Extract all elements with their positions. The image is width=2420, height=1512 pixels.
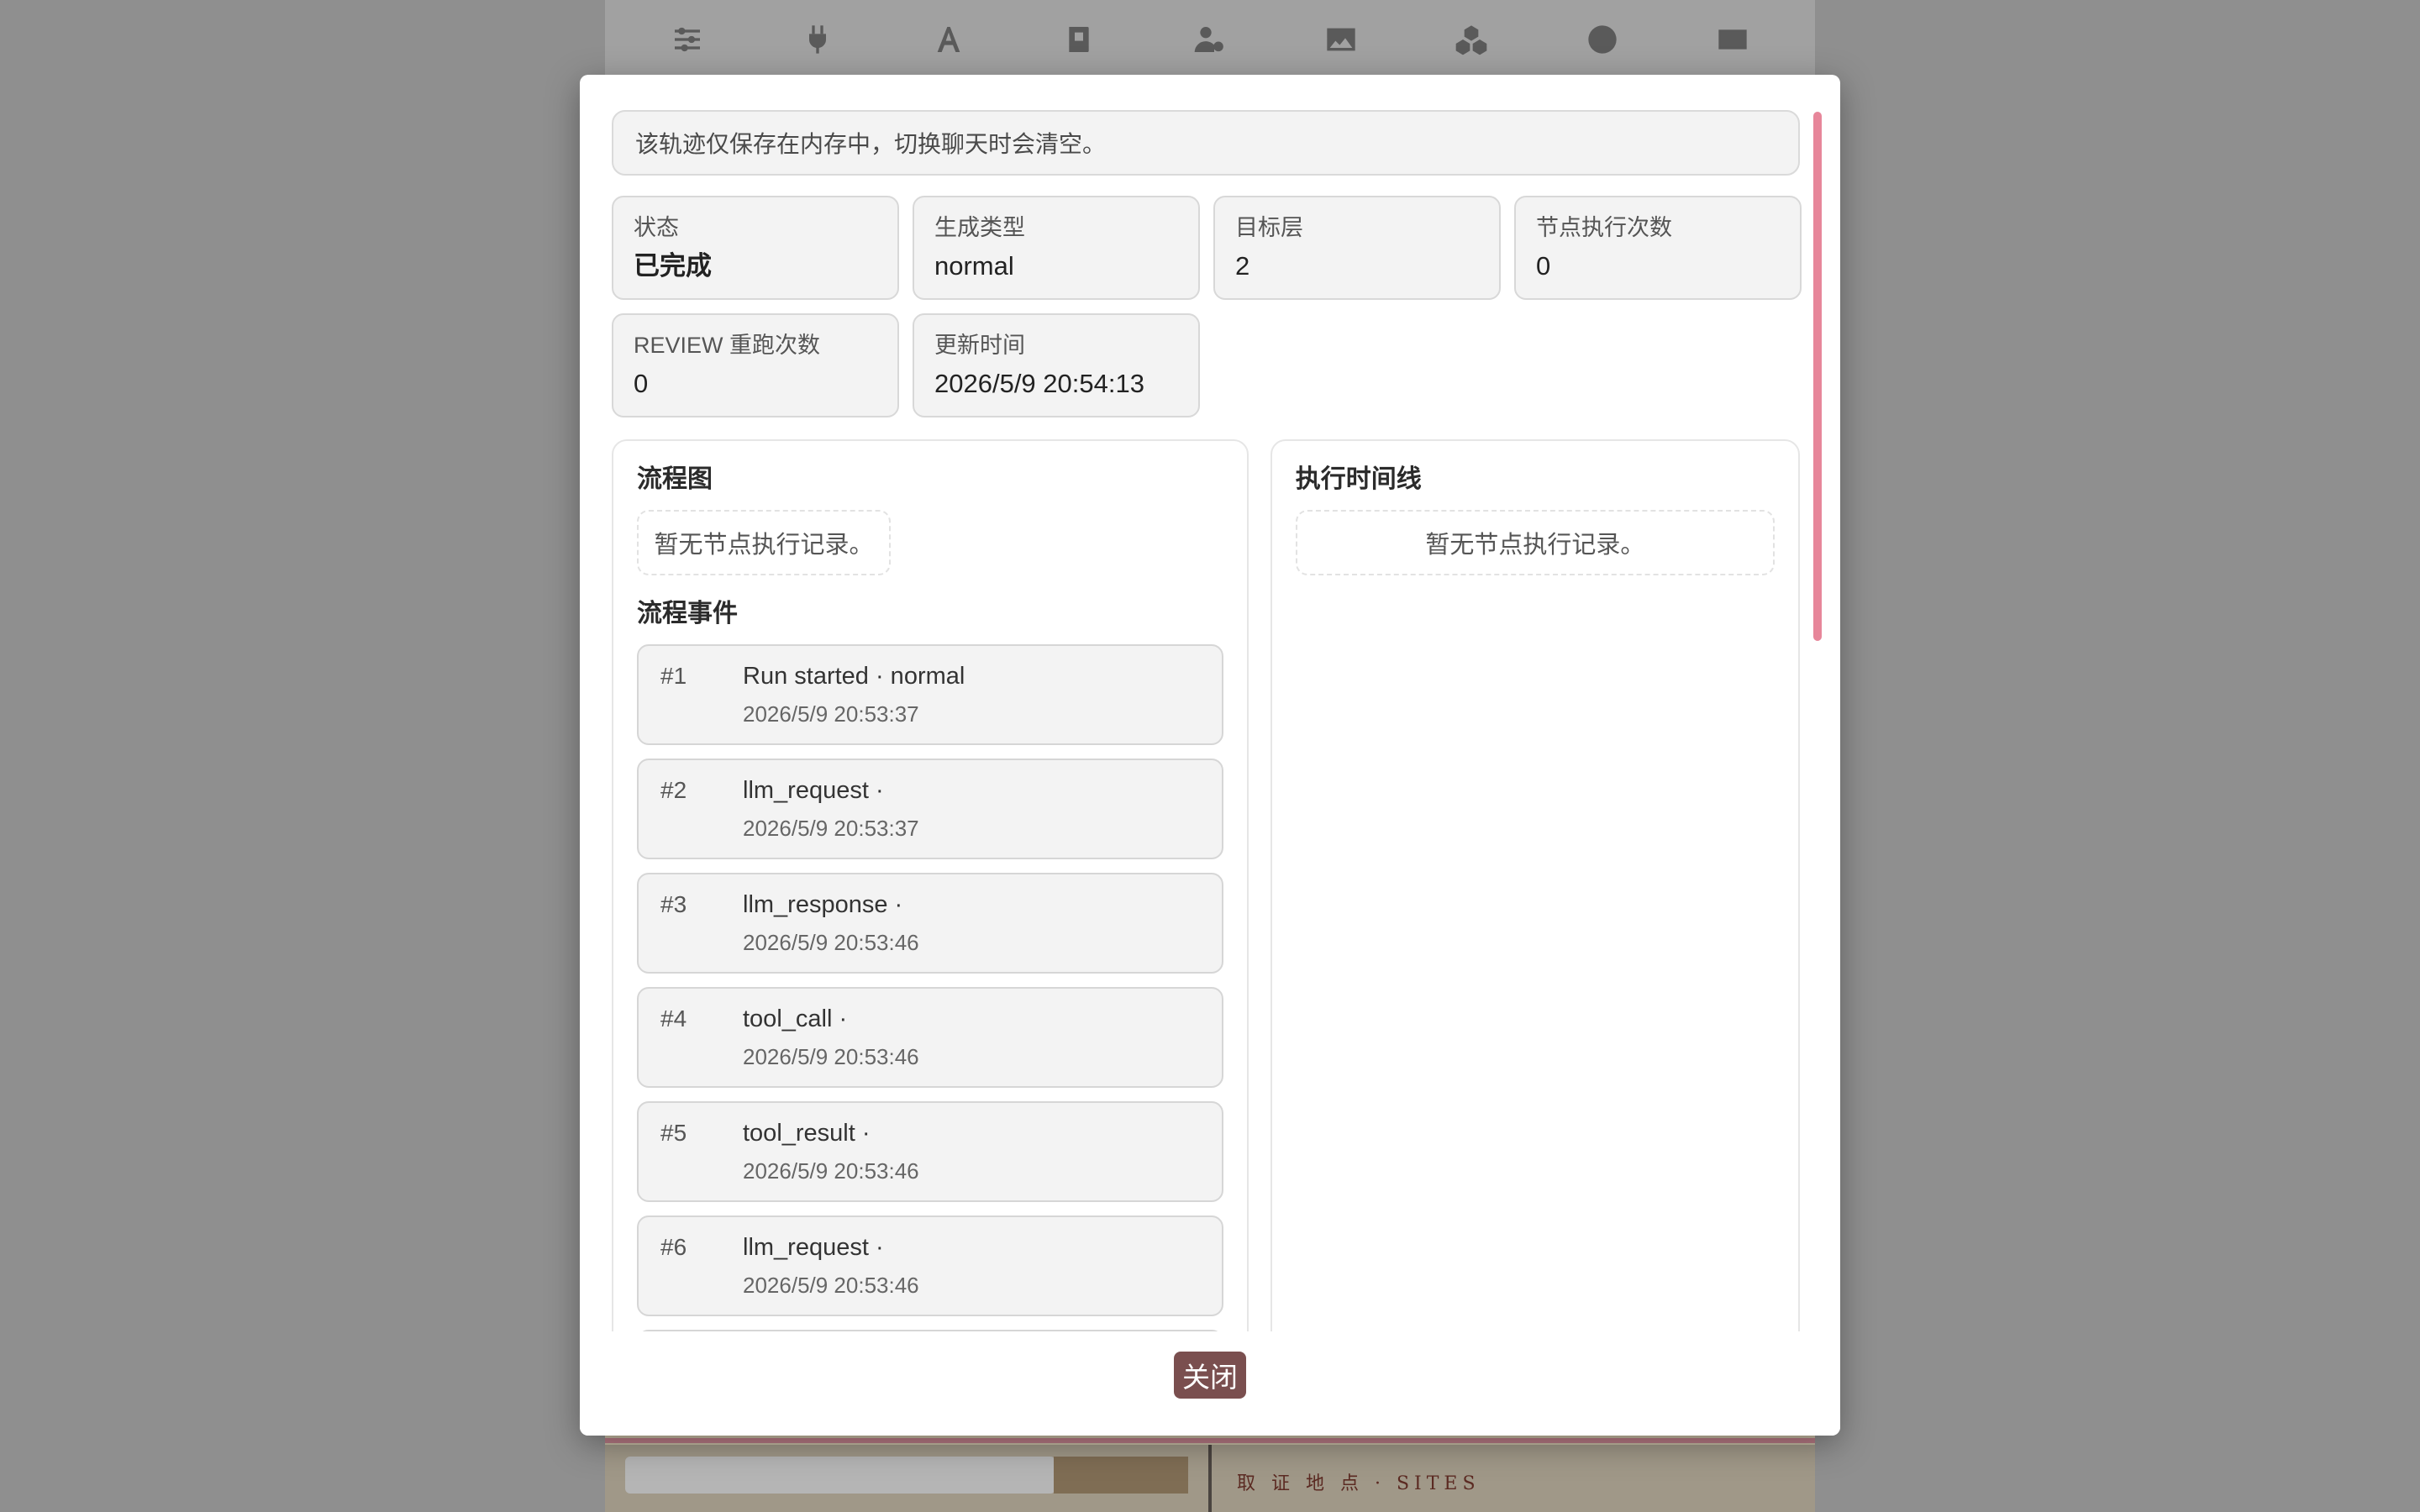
flowchart-title: 流程图 bbox=[637, 465, 713, 493]
stat-label: 目标层 bbox=[1235, 215, 1303, 240]
event-time: 2026/5/9 20:53:37 bbox=[743, 701, 919, 727]
timeline-empty: 暂无节点执行记录。 bbox=[1295, 510, 1775, 575]
flowchart-empty: 暂无节点执行记录。 bbox=[637, 510, 891, 575]
trace-modal: 该轨迹仅保存在内存中，切换聊天时会清空。 状态 已完成 生成类型 normal … bbox=[580, 75, 1840, 1436]
event-name: Run started · normal bbox=[743, 663, 965, 690]
event-time: 2026/5/9 20:53:37 bbox=[743, 816, 919, 841]
stat-status: 状态 已完成 bbox=[612, 196, 899, 300]
event-time: 2026/5/9 20:53:46 bbox=[743, 1273, 919, 1298]
stat-value: 2026/5/9 20:54:13 bbox=[934, 369, 1144, 398]
event-name: llm_request · bbox=[743, 1234, 884, 1261]
smile-icon[interactable] bbox=[1584, 21, 1621, 58]
flow-panel: 流程图 暂无节点执行记录。 流程事件 #1 Run started · norm… bbox=[612, 439, 1249, 1331]
stat-value: 已完成 bbox=[634, 251, 712, 281]
event-time: 2026/5/9 20:53:46 bbox=[743, 1158, 919, 1184]
event-time: 2026/5/9 20:53:46 bbox=[743, 930, 919, 955]
top-toolbar bbox=[605, 0, 1815, 79]
event-list: #1 Run started · normal 2026/5/9 20:53:3… bbox=[637, 644, 1223, 1331]
close-button[interactable]: 关闭 bbox=[1174, 1352, 1246, 1399]
event-index: #5 bbox=[660, 1120, 687, 1146]
background-bottom-bar: 取 证 地 点 · SITES bbox=[605, 1445, 1815, 1512]
book-icon[interactable] bbox=[1060, 21, 1097, 58]
user-gear-icon[interactable] bbox=[1192, 21, 1228, 58]
image-icon[interactable] bbox=[1323, 21, 1360, 58]
font-icon[interactable] bbox=[930, 21, 967, 58]
timeline-panel: 执行时间线 暂无节点执行记录。 bbox=[1270, 439, 1800, 1331]
sliders-icon[interactable] bbox=[669, 21, 706, 58]
event-name: tool_call · bbox=[743, 1005, 848, 1032]
stat-node-exec-count: 节点执行次数 0 bbox=[1514, 196, 1802, 300]
event-index: #6 bbox=[660, 1234, 687, 1260]
event-time: 2026/5/9 20:53:46 bbox=[743, 1044, 919, 1069]
event-item[interactable]: #2 llm_request · 2026/5/9 20:53:37 bbox=[637, 759, 1223, 859]
event-item[interactable]: #5 tool_result · 2026/5/9 20:53:46 bbox=[637, 1101, 1223, 1202]
event-item[interactable]: #1 Run started · normal 2026/5/9 20:53:3… bbox=[637, 644, 1223, 745]
stat-label: 生成类型 bbox=[934, 215, 1025, 240]
stat-label: REVIEW 重跑次数 bbox=[634, 333, 821, 358]
modal-scroll-area[interactable]: 该轨迹仅保存在内存中，切换聊天时会清空。 状态 已完成 生成类型 normal … bbox=[580, 75, 1840, 1331]
event-name: llm_response · bbox=[743, 891, 903, 918]
stat-value: 0 bbox=[634, 369, 649, 398]
panels: 流程图 暂无节点执行记录。 流程事件 #1 Run started · norm… bbox=[612, 439, 1800, 1331]
sites-label: 取 证 地 点 · SITES bbox=[1237, 1473, 1481, 1494]
event-item[interactable]: #3 llm_response · 2026/5/9 20:53:46 bbox=[637, 873, 1223, 974]
stat-generation-type: 生成类型 normal bbox=[913, 196, 1200, 300]
stat-target-layer: 目标层 2 bbox=[1213, 196, 1501, 300]
timeline-title: 执行时间线 bbox=[1295, 465, 1422, 493]
stat-label: 节点执行次数 bbox=[1536, 215, 1672, 240]
stat-updated-time: 更新时间 2026/5/9 20:54:13 bbox=[913, 313, 1200, 417]
event-index: #2 bbox=[660, 777, 687, 803]
stat-label: 状态 bbox=[634, 215, 679, 240]
stat-review-rerun-count: REVIEW 重跑次数 0 bbox=[612, 313, 899, 417]
event-item[interactable]: #6 llm_request · 2026/5/9 20:53:46 bbox=[637, 1215, 1223, 1316]
stats-grid: 状态 已完成 生成类型 normal 目标层 2 节点执行次数 0 REVIEW… bbox=[612, 196, 1802, 417]
background-button bbox=[1054, 1457, 1188, 1494]
id-card-icon[interactable] bbox=[1714, 21, 1751, 58]
event-item[interactable]: #4 tool_call · 2026/5/9 20:53:46 bbox=[637, 987, 1223, 1088]
event-index: #4 bbox=[660, 1005, 687, 1032]
event-name: tool_result · bbox=[743, 1120, 871, 1147]
background-input bbox=[625, 1457, 1055, 1494]
event-index: #3 bbox=[660, 891, 687, 917]
modal-footer: 关闭 bbox=[580, 1331, 1840, 1436]
stat-value: 2 bbox=[1235, 251, 1250, 281]
memory-notice: 该轨迹仅保存在内存中，切换聊天时会清空。 bbox=[612, 110, 1800, 176]
plug-icon[interactable] bbox=[799, 21, 836, 58]
event-index: #1 bbox=[660, 663, 687, 689]
background-accent-line bbox=[605, 1438, 1815, 1443]
cubes-icon[interactable] bbox=[1453, 21, 1490, 58]
stat-value: 0 bbox=[1536, 251, 1551, 281]
modal-scrollbar[interactable] bbox=[1813, 112, 1822, 641]
background-divider bbox=[1208, 1445, 1212, 1512]
event-name: llm_request · bbox=[743, 777, 884, 804]
stat-label: 更新时间 bbox=[934, 333, 1025, 358]
events-title: 流程事件 bbox=[637, 600, 738, 627]
stat-value: normal bbox=[934, 251, 1014, 281]
